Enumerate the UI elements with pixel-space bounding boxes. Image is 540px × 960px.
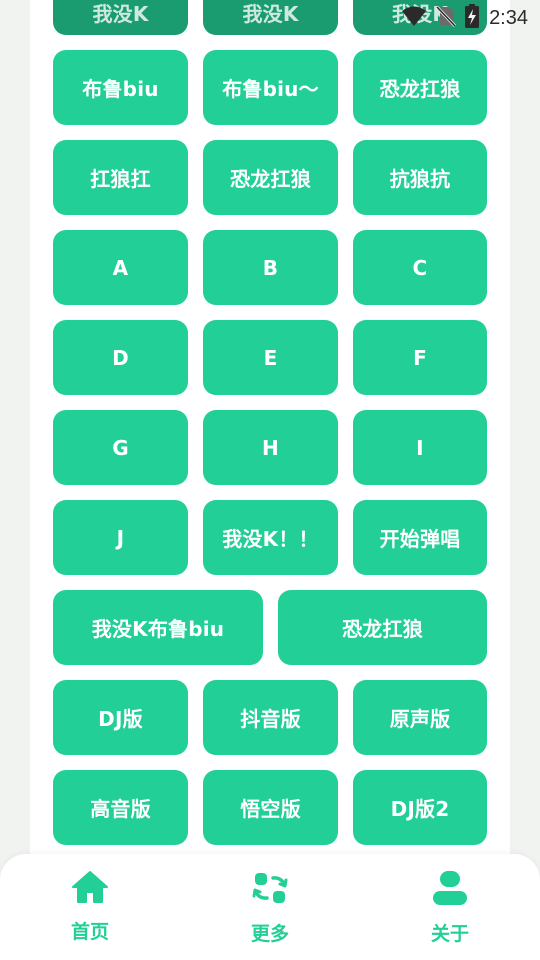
sound-button[interactable]: 恐龙扛狼 — [278, 590, 487, 665]
sound-button[interactable]: 布鲁biu — [53, 50, 188, 125]
home-icon — [71, 870, 109, 909]
nav-about[interactable]: 关于 — [400, 870, 500, 946]
nav-home[interactable]: 首页 — [40, 870, 140, 944]
switch-icon — [252, 870, 288, 911]
sound-button[interactable]: E — [203, 320, 338, 395]
sound-button[interactable]: 恐龙扛狼 — [203, 140, 338, 215]
sound-button[interactable]: 我没K！！ — [203, 500, 338, 575]
sound-button[interactable]: 悟空版 — [203, 770, 338, 845]
user-icon — [432, 870, 468, 911]
sound-button[interactable]: DJ版 — [53, 680, 188, 755]
sound-button[interactable]: G — [53, 410, 188, 485]
nav-more[interactable]: 更多 — [220, 870, 320, 946]
bottom-navigation: 首页 更多 关于 — [0, 854, 540, 960]
sound-button[interactable]: D — [53, 320, 188, 395]
nav-home-label: 首页 — [70, 921, 109, 943]
sound-button[interactable]: 原声版 — [353, 680, 487, 755]
sound-button[interactable]: 扛狼扛 — [53, 140, 188, 215]
sound-button[interactable]: DJ版2 — [353, 770, 487, 845]
sound-button[interactable]: 我没K布鲁biu — [53, 590, 263, 665]
sound-button[interactable]: 我没K — [53, 0, 188, 35]
sound-button[interactable]: 高音版 — [53, 770, 188, 845]
nav-more-label: 更多 — [250, 923, 289, 945]
sound-button[interactable]: C — [353, 230, 487, 305]
nav-about-label: 关于 — [430, 923, 469, 945]
sound-button[interactable]: J — [53, 500, 188, 575]
sound-button[interactable]: F — [353, 320, 487, 395]
sound-button[interactable]: 我没K — [353, 0, 487, 35]
sound-button[interactable]: 抖音版 — [203, 680, 338, 755]
sound-button[interactable]: 抗狼抗 — [353, 140, 487, 215]
sound-button[interactable]: H — [203, 410, 338, 485]
sound-button[interactable]: 布鲁biu〜 — [203, 50, 338, 125]
sound-button[interactable]: I — [353, 410, 487, 485]
sound-button[interactable]: A — [53, 230, 188, 305]
sound-button[interactable]: 我没K — [203, 0, 338, 35]
sound-button[interactable]: 开始弹唱 — [353, 500, 487, 575]
sound-button[interactable]: 恐龙扛狼 — [353, 50, 487, 125]
sound-button[interactable]: B — [203, 230, 338, 305]
